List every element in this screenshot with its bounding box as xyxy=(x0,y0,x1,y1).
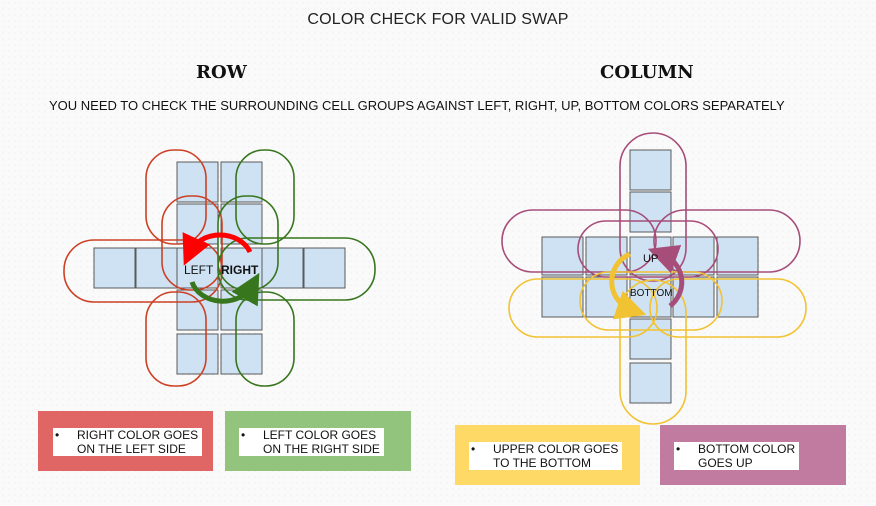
note-right-color-text: • RIGHT COLOR GOES ON THE LEFT SIDE xyxy=(53,428,203,456)
column-diagram: UP BOTTOM xyxy=(501,132,807,425)
note-left-color: • LEFT COLOR GOES ON THE RIGHT SIDE xyxy=(225,411,411,471)
bottom-label: BOTTOM xyxy=(630,288,673,299)
left-label: LEFT xyxy=(184,263,214,277)
note-bottom-color-text: • BOTTOM COLOR GOES UP xyxy=(674,442,800,470)
up-label: UP xyxy=(643,253,658,265)
note-upper-color-text: • UPPER COLOR GOES TO THE BOTTOM xyxy=(469,442,623,470)
note-upper-color: • UPPER COLOR GOES TO THE BOTTOM xyxy=(455,425,640,485)
note-bottom-color: • BOTTOM COLOR GOES UP xyxy=(660,425,846,485)
row-grid-cells xyxy=(93,161,346,375)
note-right-color: • RIGHT COLOR GOES ON THE LEFT SIDE xyxy=(38,411,213,471)
right-label: RIGHT xyxy=(221,263,259,277)
note-left-color-text: • LEFT COLOR GOES ON THE RIGHT SIDE xyxy=(239,428,384,456)
row-diagram: LEFT RIGHT xyxy=(63,149,376,387)
